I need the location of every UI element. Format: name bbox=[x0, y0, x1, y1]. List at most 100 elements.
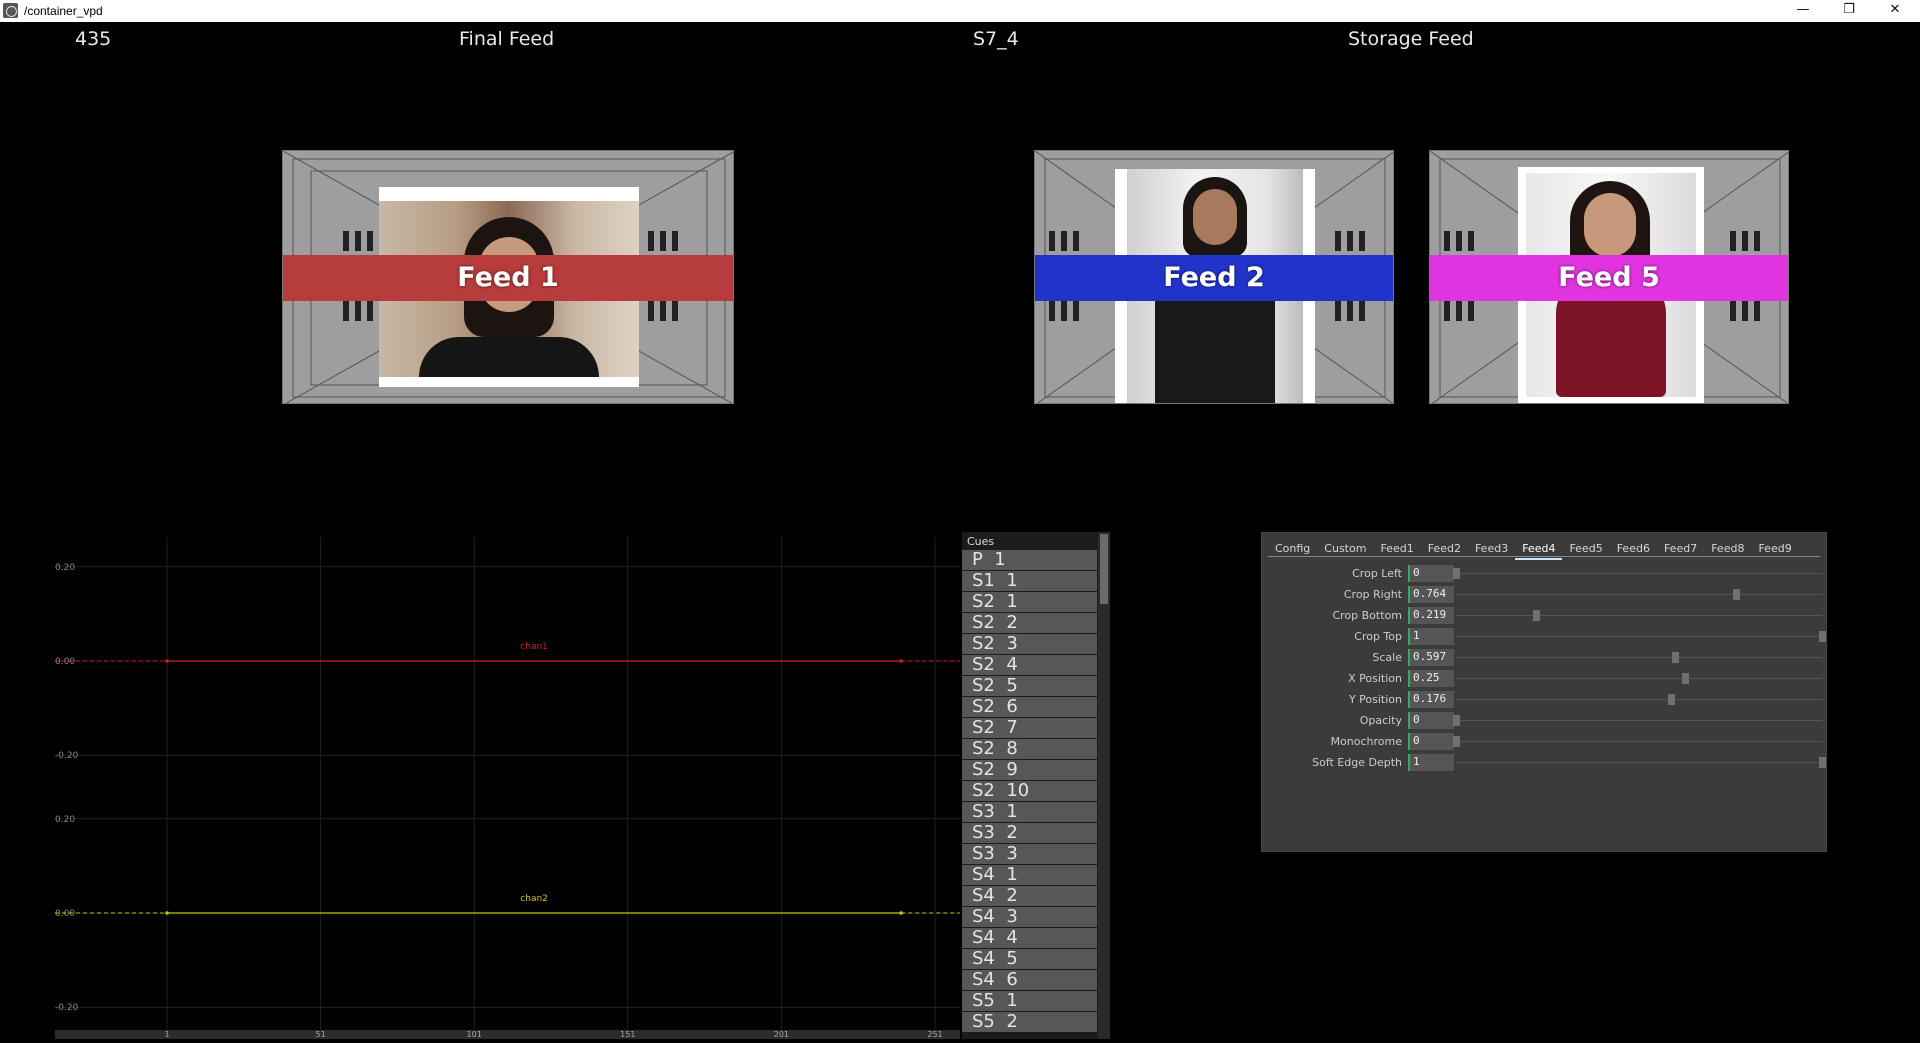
cues-scrollbar-thumb[interactable] bbox=[1100, 534, 1108, 604]
feed-label: Feed 1 bbox=[457, 262, 559, 293]
tab-feed9[interactable]: Feed9 bbox=[1751, 539, 1798, 558]
restore-button[interactable]: ❐ bbox=[1826, 0, 1872, 22]
keyframe-point[interactable] bbox=[899, 911, 904, 915]
param-slider-thumb[interactable] bbox=[1732, 589, 1740, 600]
param-value-field[interactable]: 0.176 bbox=[1408, 691, 1454, 708]
tab-custom[interactable]: Custom bbox=[1317, 539, 1373, 558]
cue-item[interactable]: S1 1 bbox=[962, 571, 1097, 591]
cue-item[interactable]: S2 5 bbox=[962, 676, 1097, 696]
param-slider[interactable] bbox=[1453, 568, 1822, 579]
tab-feed5[interactable]: Feed5 bbox=[1562, 539, 1609, 558]
tab-feed1[interactable]: Feed1 bbox=[1373, 539, 1420, 558]
y-tick-label: 0.00 bbox=[55, 909, 75, 919]
channel-graph-svg[interactable]: 0.200.00-0.20chan10.200.00-0.20chan21 51 1… bbox=[55, 537, 960, 1039]
cue-list: P 1 S1 1 S2 1 S2 2 S2 3 S2 4 S2 5 S2 6 S2 7 S2 8S… bbox=[962, 550, 1110, 1032]
param-slider[interactable] bbox=[1456, 673, 1822, 684]
param-slider[interactable] bbox=[1456, 589, 1822, 600]
cue-item[interactable]: S4 3 bbox=[962, 907, 1097, 927]
x-tick-label: 251 bbox=[927, 1030, 942, 1039]
param-slider-thumb[interactable] bbox=[1453, 715, 1460, 726]
keyframe-point[interactable] bbox=[899, 659, 904, 663]
param-slider-thumb[interactable] bbox=[1671, 652, 1679, 663]
cue-item[interactable]: S4 1 bbox=[962, 865, 1097, 885]
parameter-tabs: Config Custom Feed1 Feed2 Feed3 Feed4 Feed5 Fee… bbox=[1268, 537, 1820, 560]
cue-item[interactable]: S2 6 bbox=[962, 697, 1097, 717]
param-value-field[interactable]: 0.219 bbox=[1408, 607, 1454, 624]
param-value-field[interactable]: 1 bbox=[1408, 754, 1454, 771]
cue-item[interactable]: S5 1 bbox=[962, 991, 1097, 1011]
param-slider[interactable] bbox=[1453, 715, 1822, 726]
param-slider[interactable] bbox=[1453, 736, 1822, 747]
x-tick-label: 201 bbox=[774, 1030, 789, 1039]
param-slider-thumb[interactable] bbox=[1819, 631, 1826, 642]
cue-item[interactable]: S2 2 bbox=[962, 613, 1097, 633]
param-slider[interactable] bbox=[1456, 652, 1822, 663]
series-label: chan2 bbox=[520, 894, 548, 904]
cue-item[interactable]: S2 7 bbox=[962, 718, 1097, 738]
param-slider[interactable] bbox=[1456, 631, 1826, 642]
param-value-field[interactable]: 0.764 bbox=[1408, 586, 1454, 603]
param-label: Crop Right bbox=[1343, 588, 1402, 601]
storage-feed-viewer-5[interactable]: Feed 5 bbox=[1429, 150, 1789, 404]
cues-scrollbar[interactable] bbox=[1098, 532, 1110, 1039]
keyframe-point[interactable] bbox=[165, 911, 169, 915]
cue-item[interactable]: S4 6 bbox=[962, 970, 1097, 990]
param-slider-thumb[interactable] bbox=[1453, 736, 1460, 747]
param-value-field[interactable]: 0.597 bbox=[1408, 649, 1454, 666]
final-feed-viewer[interactable]: Feed 1 bbox=[282, 150, 734, 404]
cue-item[interactable]: S2 4 bbox=[962, 655, 1097, 675]
param-slider-thumb[interactable] bbox=[1668, 694, 1676, 705]
param-slider-thumb[interactable] bbox=[1681, 673, 1689, 684]
param-value-field[interactable]: 0 bbox=[1408, 565, 1454, 582]
tab-feed2[interactable]: Feed2 bbox=[1421, 539, 1468, 558]
param-slider-thumb[interactable] bbox=[1819, 757, 1826, 768]
close-button[interactable]: ✕ bbox=[1872, 0, 1918, 22]
feed-label: Feed 5 bbox=[1558, 262, 1660, 293]
minimize-button[interactable]: — bbox=[1780, 0, 1826, 22]
cue-item[interactable]: S2 8 bbox=[962, 739, 1097, 759]
param-slider-thumb[interactable] bbox=[1453, 568, 1460, 579]
param-value-field[interactable]: 0 bbox=[1408, 712, 1454, 729]
cue-item[interactable]: S3 2 bbox=[962, 823, 1097, 843]
cue-item[interactable]: S3 1 bbox=[962, 802, 1097, 822]
tab-feed8[interactable]: Feed8 bbox=[1704, 539, 1751, 558]
y-tick-label: -0.20 bbox=[55, 1003, 79, 1013]
param-slider[interactable] bbox=[1456, 694, 1822, 705]
param-slider[interactable] bbox=[1456, 757, 1826, 768]
cue-item[interactable]: S3 3 bbox=[962, 844, 1097, 864]
cue-item[interactable]: S2 9 bbox=[962, 760, 1097, 780]
tab-feed3[interactable]: Feed3 bbox=[1468, 539, 1515, 558]
cue-item[interactable]: S4 2 bbox=[962, 886, 1097, 906]
tab-feed4[interactable]: Feed4 bbox=[1515, 539, 1563, 560]
param-value-field[interactable]: 1 bbox=[1408, 628, 1454, 645]
x-tick-label: 51 bbox=[316, 1030, 326, 1039]
cue-item[interactable]: S5 2 bbox=[962, 1012, 1097, 1032]
cue-item[interactable]: P 1 bbox=[962, 550, 1097, 570]
param-label: Crop Top bbox=[1354, 630, 1402, 643]
cue-item[interactable]: S4 5 bbox=[962, 949, 1097, 969]
tab-config[interactable]: Config bbox=[1268, 539, 1317, 558]
cue-item[interactable]: S2 10 bbox=[962, 781, 1097, 801]
x-tick-label: 1 bbox=[164, 1030, 169, 1039]
param-value-field[interactable]: 0.25 bbox=[1408, 670, 1454, 687]
param-row: Scale 0.597 bbox=[1262, 647, 1826, 668]
param-row: Crop Left 0 bbox=[1262, 563, 1826, 584]
param-slider-thumb[interactable] bbox=[1533, 610, 1541, 621]
keyframe-point[interactable] bbox=[165, 659, 169, 663]
param-slider[interactable] bbox=[1456, 610, 1822, 621]
param-label: Scale bbox=[1372, 651, 1402, 664]
x-tick-label: 151 bbox=[620, 1030, 635, 1039]
cue-item[interactable]: S2 1 bbox=[962, 592, 1097, 612]
cues-panel: Cues P 1 S1 1 S2 1 S2 2 S2 3 S2 4 S2 5 S2 6 S2 7… bbox=[962, 532, 1110, 1039]
cue-item[interactable]: S2 3 bbox=[962, 634, 1097, 654]
channel-graph[interactable]: 0.20 0.00 -0.20 chan1 0.20 0.00 -0.20 chan2 1 51 1… bbox=[55, 537, 960, 1039]
storage-feed-viewer-2[interactable]: Feed 2 bbox=[1034, 150, 1394, 404]
tab-feed6[interactable]: Feed6 bbox=[1610, 539, 1657, 558]
param-row: Opacity 0 bbox=[1262, 710, 1826, 731]
app-icon bbox=[3, 3, 18, 18]
tab-feed7[interactable]: Feed7 bbox=[1657, 539, 1704, 558]
frame-counter: 435 bbox=[75, 28, 112, 50]
cue-item[interactable]: S4 4 bbox=[962, 928, 1097, 948]
param-row: Crop Bottom 0.219 bbox=[1262, 605, 1826, 626]
param-value-field[interactable]: 0 bbox=[1408, 733, 1454, 750]
